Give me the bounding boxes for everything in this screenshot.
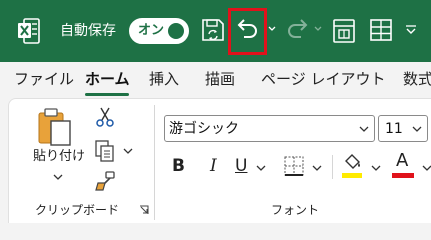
bold-button[interactable]: B <box>172 155 185 177</box>
paste-dropdown-icon[interactable] <box>53 173 63 181</box>
tab-file[interactable]: ファイル <box>14 69 74 89</box>
fill-color-dropdown-icon[interactable] <box>371 164 381 172</box>
format-painter-icon[interactable] <box>95 171 117 191</box>
title-bar: 自動保存 オン <box>0 0 431 62</box>
font-color-button[interactable]: A <box>392 151 414 179</box>
underline-dropdown-icon[interactable] <box>256 164 266 172</box>
group-divider <box>154 105 155 220</box>
paste-icon[interactable] <box>37 107 73 147</box>
tab-draw[interactable]: 描画 <box>205 69 235 89</box>
ribbon-panel: 貼り付け クリップボード 游ゴシック 11 B I U A フォント <box>8 98 431 223</box>
paste-label[interactable]: 貼り付け <box>33 149 85 165</box>
borders-icon[interactable] <box>284 156 304 176</box>
font-color-label: A <box>396 150 409 171</box>
undo-icon[interactable] <box>234 16 260 44</box>
chevron-down-icon <box>359 126 369 132</box>
tab-page-layout[interactable]: ページ レイアウト <box>261 69 385 89</box>
tab-insert[interactable]: 挿入 <box>149 69 179 89</box>
autosave-label: 自動保存 <box>60 23 116 39</box>
font-color-swatch <box>392 173 414 178</box>
autosave-state: オン <box>138 23 165 38</box>
redo-dropdown-icon[interactable] <box>313 24 323 34</box>
fill-color-icon[interactable] <box>341 151 363 179</box>
italic-button[interactable]: I <box>210 155 217 177</box>
font-group-label: フォント <box>271 203 320 217</box>
clipboard-group-label: クリップボード <box>35 203 120 217</box>
underline-button[interactable]: U <box>235 155 247 177</box>
toggle-knob <box>168 23 184 39</box>
autosave-toggle[interactable]: オン <box>129 18 189 44</box>
save-icon[interactable] <box>200 17 226 45</box>
copy-dropdown-icon[interactable] <box>123 147 133 155</box>
divider <box>332 155 333 179</box>
table-icon[interactable] <box>369 18 393 42</box>
font-color-dropdown-icon[interactable] <box>422 164 431 172</box>
ribbon-tabs: ファイル ホーム 挿入 描画 ページ レイアウト 数式 <box>0 62 431 98</box>
dialog-launcher-icon[interactable] <box>139 205 149 215</box>
font-name-select[interactable]: 游ゴシック <box>164 115 375 142</box>
font-size-select[interactable]: 11 <box>378 115 428 142</box>
excel-icon[interactable] <box>18 18 40 44</box>
borders-dropdown-icon[interactable] <box>312 164 322 172</box>
chevron-down-icon <box>412 126 422 132</box>
font-name-value: 游ゴシック <box>169 121 239 137</box>
customize-chevron-icon[interactable] <box>405 25 417 35</box>
tab-formulas[interactable]: 数式 <box>403 69 431 89</box>
font-size-value: 11 <box>385 121 403 137</box>
copy-icon[interactable] <box>95 140 115 162</box>
tab-home[interactable]: ホーム <box>85 69 130 89</box>
undo-dropdown-icon[interactable] <box>267 24 277 34</box>
active-tab-indicator <box>85 93 129 96</box>
redo-icon[interactable] <box>285 16 311 44</box>
form-icon[interactable] <box>332 17 356 45</box>
cut-icon[interactable] <box>95 107 115 127</box>
